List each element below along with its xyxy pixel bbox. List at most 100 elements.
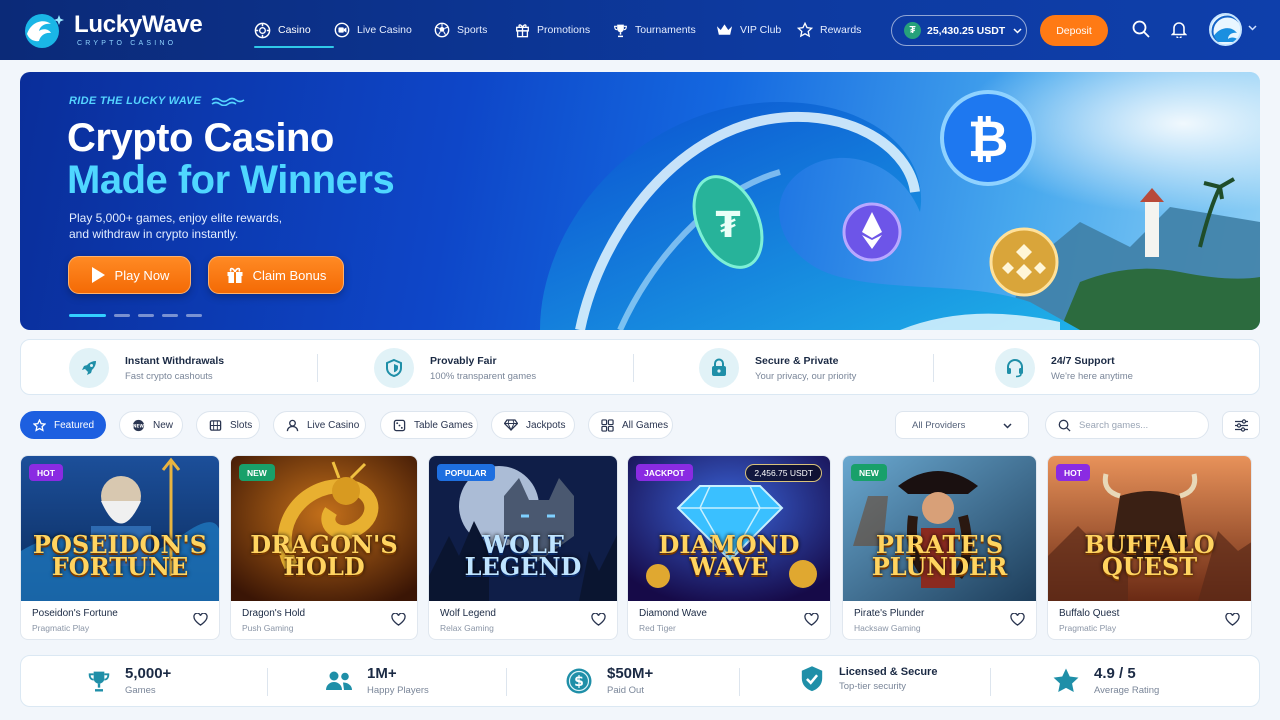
claim-bonus-button[interactable]: Claim Bonus [208, 256, 344, 294]
stat-value: 4.9 / 5 [1094, 665, 1136, 682]
user-avatar[interactable] [1209, 13, 1242, 46]
wallet-balance-dropdown[interactable]: ₮ 25,430.25 USDT [891, 15, 1027, 46]
heart-icon[interactable] [1010, 613, 1025, 626]
trophy-icon [88, 671, 110, 692]
new-icon: NEW [132, 419, 144, 431]
hero-tagline: RIDE THE LUCKY WAVE [69, 95, 247, 107]
stat-value: Licensed & Secure [839, 666, 938, 678]
crown-icon [716, 24, 733, 35]
heart-icon[interactable] [1225, 613, 1240, 626]
heart-icon[interactable] [804, 613, 819, 626]
bitcoin-coin: ₿ [940, 90, 1036, 186]
game-name: Diamond Wave [639, 608, 707, 619]
stat-paid-out: $ $50M+ Paid Out [565, 665, 653, 696]
providers-dropdown[interactable]: All Providers [895, 411, 1029, 439]
deposit-button[interactable]: Deposit [1040, 15, 1108, 46]
shield-check-icon [801, 666, 823, 692]
svg-text:₮: ₮ [715, 205, 740, 246]
game-thumbnail[interactable]: HOT POSEIDON'S FORTUNE [21, 456, 219, 601]
game-filter-bar: Featured NEW New Slots Live Casino Table… [20, 411, 1260, 439]
shield-icon [374, 348, 414, 388]
gift-icon [227, 267, 243, 283]
logo-subtitle: CRYPTO CASINO [77, 40, 177, 47]
game-search-input[interactable]: Search games... [1045, 411, 1209, 439]
filter-all-games[interactable]: All Games [588, 411, 673, 439]
rocket-icon [69, 348, 109, 388]
carousel-dot-active[interactable] [69, 314, 106, 317]
search-icon[interactable] [1132, 20, 1150, 38]
stat-players: 1M+ Happy Players [325, 665, 429, 696]
feature-subtitle: Your privacy, our priority [755, 370, 857, 382]
filter-jackpots[interactable]: Jackpots [491, 411, 575, 439]
game-art-line-2: PLUNDER [871, 552, 1008, 581]
carousel-dot[interactable] [186, 314, 202, 317]
person-icon [286, 419, 299, 431]
nav-live-casino[interactable]: Live Casino [334, 0, 434, 60]
filter-slots[interactable]: Slots [196, 411, 260, 439]
stat-label: Average Rating [1094, 685, 1160, 696]
nav-casino[interactable]: Casino [254, 0, 334, 60]
game-art-line-2: FORTUNE [51, 552, 189, 581]
game-card[interactable]: NEW PIRATE'S PLUNDER Pirate's Plunder Hac… [842, 455, 1037, 640]
nav-tournaments-label: Tournaments [635, 24, 696, 36]
bell-icon[interactable] [1171, 20, 1187, 38]
stat-value: 1M+ [367, 665, 397, 682]
game-card[interactable]: NEW DRAGON'S HOLD Dragon's Hold Push Gami… [230, 455, 418, 640]
stat-games: 5,000+ Games [87, 665, 171, 696]
game-badge-new: NEW [851, 464, 887, 481]
game-badge-new: NEW [239, 464, 275, 481]
game-card[interactable]: JACKPOT 2,456.75 USDT DIAMOND WAVE Diamon… [627, 455, 831, 640]
nav-sports[interactable]: Sports [434, 0, 515, 60]
carousel-dot[interactable] [162, 314, 178, 317]
game-thumbnail[interactable]: NEW PIRATE'S PLUNDER [843, 456, 1036, 601]
nav-rewards[interactable]: Rewards [797, 0, 867, 60]
nav-promotions[interactable]: Promotions [515, 0, 613, 60]
divider [267, 668, 268, 696]
heart-icon[interactable] [193, 613, 208, 626]
lock-icon [699, 348, 739, 388]
stat-label: Happy Players [367, 685, 429, 696]
providers-dropdown-value: All Providers [912, 419, 966, 431]
play-now-button[interactable]: Play Now [68, 256, 191, 294]
heart-icon[interactable] [591, 613, 606, 626]
nav-vip-club-label: VIP Club [740, 24, 782, 36]
heart-icon[interactable] [391, 613, 406, 626]
game-thumbnail[interactable]: POPULAR WOLF LEGEND [429, 456, 617, 601]
feature-subtitle: Fast crypto cashouts [125, 370, 213, 382]
star-icon [33, 418, 46, 432]
logo-title: LuckyWave [74, 11, 203, 38]
game-name: Poseidon's Fortune [32, 608, 118, 619]
filter-settings-button[interactable] [1222, 411, 1260, 439]
game-card[interactable]: HOT POSEIDON'S FORTUNE Poseidon's Fortune… [20, 455, 220, 640]
hero-description: Play 5,000+ games, enjoy elite rewards, … [69, 210, 329, 242]
game-thumbnail[interactable]: HOT BUFFALO QUEST [1048, 456, 1251, 601]
stat-label: Top-tier security [839, 681, 907, 692]
stat-label: Games [125, 685, 156, 696]
feature-secure-private: Secure & Private Your privacy, our priori… [699, 348, 856, 388]
carousel-dot[interactable] [114, 314, 130, 317]
filter-table-games-label: Table Games [414, 419, 473, 431]
game-art-title: WOLF LEGEND [429, 533, 617, 579]
filter-slots-label: Slots [230, 419, 253, 431]
filter-new[interactable]: NEW New [119, 411, 183, 439]
feature-title: Provably Fair [430, 354, 497, 367]
logo[interactable]: LuckyWave CRYPTO CASINO [22, 10, 203, 50]
nav-vip-club[interactable]: VIP Club [716, 0, 797, 60]
account-chevron-down-icon[interactable] [1248, 25, 1257, 31]
filter-table-games[interactable]: Table Games [380, 411, 478, 439]
diamond-icon [504, 419, 518, 431]
game-thumbnail[interactable]: JACKPOT 2,456.75 USDT DIAMOND WAVE [628, 456, 830, 601]
filter-live-casino[interactable]: Live Casino [273, 411, 366, 439]
game-art-title: BUFFALO QUEST [1048, 533, 1251, 579]
carousel-dot[interactable] [138, 314, 154, 317]
svg-text:$: $ [574, 674, 584, 690]
game-card[interactable]: POPULAR WOLF LEGEND Wolf Legend Relax Gam… [428, 455, 618, 640]
divider [739, 668, 740, 696]
hero-description-line-1: Play 5,000+ games, enjoy elite rewards, [69, 211, 283, 225]
game-card[interactable]: HOT BUFFALO QUEST Buffalo Quest Pragmatic… [1047, 455, 1252, 640]
game-thumbnail[interactable]: NEW DRAGON'S HOLD [231, 456, 417, 601]
top-nav-bar: LuckyWave CRYPTO CASINO Casino Live Casi… [0, 0, 1280, 60]
nav-tournaments[interactable]: Tournaments [613, 0, 716, 60]
svg-text:₿: ₿ [968, 110, 1009, 168]
filter-featured[interactable]: Featured [20, 411, 106, 439]
